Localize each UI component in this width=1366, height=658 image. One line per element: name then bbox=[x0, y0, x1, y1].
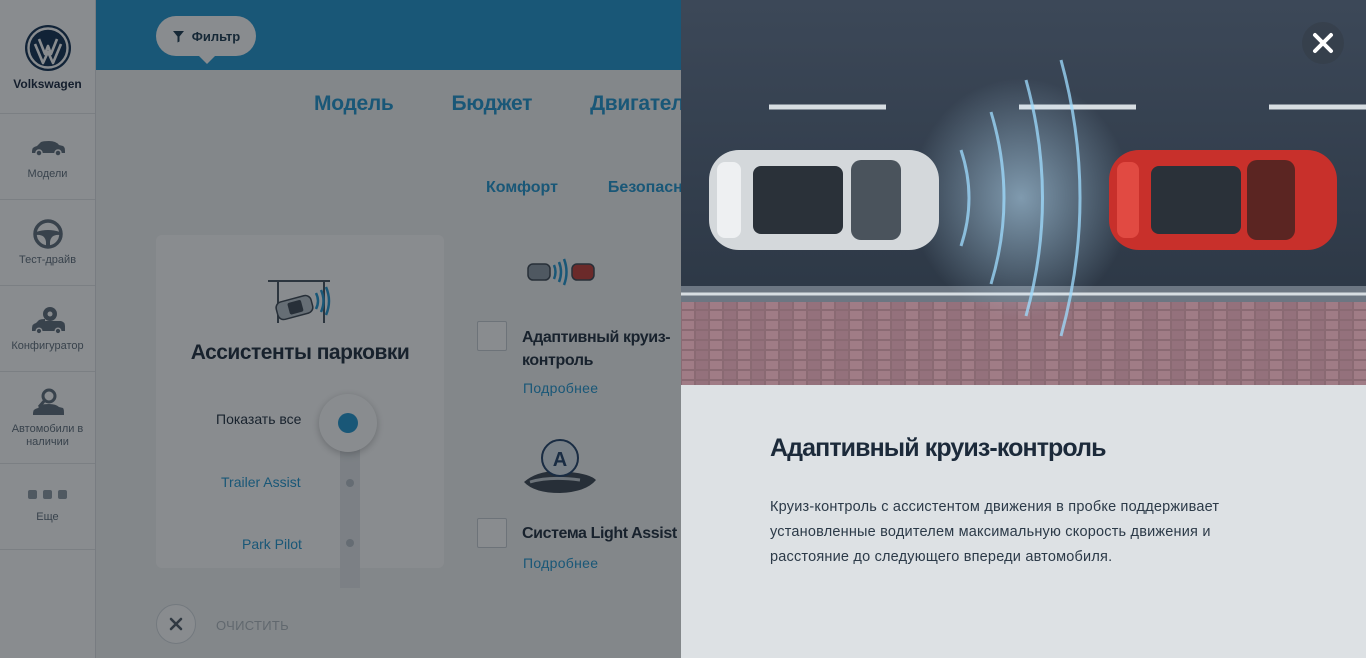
cruise-control-illustration bbox=[681, 0, 1366, 385]
clear-label[interactable]: ОЧИСТИТЬ bbox=[216, 618, 289, 633]
option-trailer-assist[interactable]: Trailer Assist bbox=[221, 474, 301, 490]
sidebar: Volkswagen Модели Тест-драйв Конфигурато… bbox=[0, 0, 96, 658]
modal-title: Адаптивный круиз-контроль bbox=[770, 434, 1107, 462]
feature-checkbox-light-assist[interactable] bbox=[477, 518, 507, 548]
cruise-control-icon bbox=[527, 258, 595, 286]
sidebar-item-label: Тест-драйв bbox=[18, 254, 77, 266]
option-dot[interactable] bbox=[346, 479, 354, 487]
clear-button[interactable] bbox=[156, 604, 196, 644]
option-park-pilot[interactable]: Park Pilot bbox=[242, 536, 302, 552]
feature-detail-modal: Адаптивный круиз-контроль Круиз-контроль… bbox=[681, 0, 1366, 658]
sidebar-item-configurator[interactable]: Конфигуратор bbox=[0, 286, 95, 372]
modal-close-button[interactable] bbox=[1302, 22, 1344, 64]
car-gear-icon bbox=[31, 307, 65, 335]
parking-assist-icon bbox=[268, 280, 331, 323]
option-slider-knob[interactable] bbox=[319, 394, 377, 452]
brand-home-link[interactable]: Volkswagen bbox=[0, 0, 95, 114]
light-assist-icon: A bbox=[524, 439, 596, 493]
sidebar-item-label: Модели bbox=[27, 168, 68, 180]
sidebar-item-more[interactable]: Еще bbox=[0, 464, 95, 550]
svg-text:A: A bbox=[553, 449, 567, 471]
feature-title-light-assist[interactable]: Система Light Assist bbox=[522, 522, 677, 545]
sidebar-item-label: Конфигуратор bbox=[11, 340, 84, 352]
sidebar-item-test-drive[interactable]: Тест-драйв bbox=[0, 200, 95, 286]
feature-more-link-cruise[interactable]: Подробнее bbox=[523, 380, 598, 396]
car-key-icon bbox=[32, 388, 64, 415]
parking-assist-card: Ассистенты парковки Показать все Trailer… bbox=[156, 235, 444, 588]
more-dots-icon bbox=[28, 489, 67, 499]
modal-description: Круиз-контроль с ассистентом движения в … bbox=[770, 499, 1220, 565]
sidebar-item-label: Еще bbox=[36, 510, 59, 523]
brand-name: Volkswagen bbox=[13, 77, 82, 91]
vw-logo-icon bbox=[24, 25, 71, 71]
sidebar-item-label: Автомобили в наличии bbox=[11, 422, 84, 448]
tab-comfort[interactable]: Комфорт bbox=[486, 179, 558, 197]
steering-wheel-icon bbox=[32, 219, 63, 249]
feature-title-cruise[interactable]: Адаптивный круиз-контроль bbox=[522, 326, 671, 372]
tab-model[interactable]: Модель bbox=[314, 92, 394, 116]
feature-more-link-light-assist[interactable]: Подробнее bbox=[523, 555, 598, 571]
close-icon bbox=[1313, 33, 1333, 53]
parking-card-title: Ассистенты парковки bbox=[190, 341, 410, 364]
feature-checkbox-cruise[interactable] bbox=[477, 321, 507, 351]
show-all-label[interactable]: Показать все bbox=[216, 411, 301, 427]
sidebar-item-models[interactable]: Модели bbox=[0, 114, 95, 200]
car-icon bbox=[31, 141, 65, 157]
sidebar-item-in-stock[interactable]: Автомобили в наличии bbox=[0, 372, 95, 464]
filter-button[interactable]: Фильтр bbox=[156, 16, 256, 64]
filter-icon bbox=[172, 30, 184, 42]
option-dot[interactable] bbox=[346, 539, 354, 547]
tab-budget[interactable]: Бюджет bbox=[452, 92, 533, 116]
close-icon bbox=[169, 617, 183, 631]
filter-label: Фильтр bbox=[191, 28, 241, 44]
